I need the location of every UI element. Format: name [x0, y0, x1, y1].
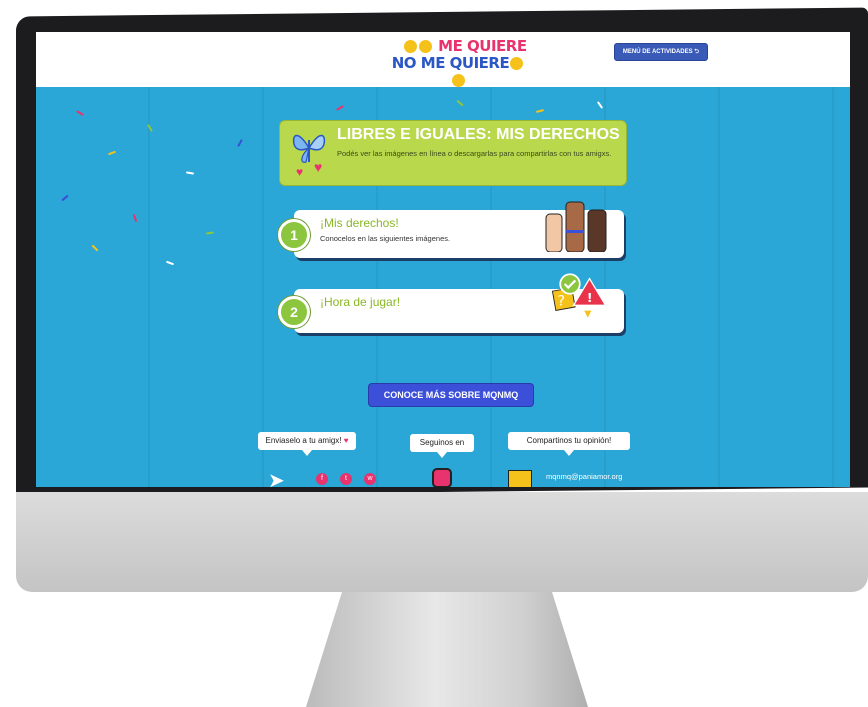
- share-bubble: Enviaselo a tu amigx! ♥: [258, 432, 356, 456]
- whatsapp-icon[interactable]: w: [364, 473, 376, 485]
- game-illustration: ? !: [551, 273, 607, 318]
- site-header: ME QUIERE NO ME QUIERE MENÚ DE ACTIVIDAD…: [36, 32, 850, 87]
- hero-title: LIBRES E IGUALES: MIS DERECHOS: [337, 126, 620, 143]
- step-number: 1: [278, 219, 310, 251]
- activities-menu-button[interactable]: MENÚ DE ACTIVIDADES ⮌: [614, 43, 708, 61]
- instagram-icon[interactable]: [432, 468, 452, 487]
- share-label: Enviaselo a tu amigx!: [265, 436, 342, 445]
- envelope-icon[interactable]: [508, 470, 532, 487]
- opinion-bubble: Compartinos tu opinión!: [508, 432, 630, 456]
- card-description: Conocelos en las siguientes imágenes.: [320, 234, 451, 243]
- logo-line2: NO ME QUIERE: [391, 54, 510, 72]
- logo-line1: ME QUIERE: [438, 37, 527, 55]
- follow-bubble: Seguinos en: [410, 434, 474, 458]
- card-title: ¡Mis derechos!: [320, 216, 399, 230]
- contact-email[interactable]: mqnmq@paniamor.org: [546, 472, 622, 481]
- website-screen: ME QUIERE NO ME QUIERE MENÚ DE ACTIVIDAD…: [36, 32, 850, 487]
- svg-text:!: !: [587, 290, 593, 305]
- card-title: ¡Hora de jugar!: [320, 295, 401, 309]
- card-hora-de-jugar[interactable]: 2 ¡Hora de jugar! ? !: [278, 273, 624, 333]
- smiley-icon: [404, 40, 418, 53]
- smiley-icon: [419, 40, 433, 53]
- heart-icon: ♥: [343, 436, 349, 445]
- hero-banner: ♥ ♥ LIBRES E IGUALES: MIS DERECHOS Podés…: [279, 120, 627, 186]
- twitter-icon[interactable]: t: [340, 473, 352, 485]
- step-number: 2: [278, 296, 310, 328]
- learn-more-button[interactable]: CONOCE MÁS SOBRE MQNMQ: [369, 384, 533, 406]
- monitor-chin: [16, 492, 868, 592]
- hero-description: Podés ver las imágenes en línea o descar…: [337, 149, 612, 158]
- smiley-icon: [451, 74, 465, 87]
- paper-plane-icon: ➤: [268, 470, 285, 487]
- heart-icon: ♥: [296, 165, 304, 179]
- svg-text:?: ?: [558, 293, 566, 309]
- monitor-stand: [306, 592, 588, 707]
- smiley-icon: [510, 57, 524, 70]
- fists-illustration: [545, 201, 607, 252]
- site-logo[interactable]: ME QUIERE NO ME QUIERE: [388, 37, 528, 87]
- heart-icon: ♥: [314, 159, 323, 175]
- card-mis-derechos[interactable]: 1 ¡Mis derechos! Conocelos en las siguie…: [278, 201, 624, 258]
- facebook-icon[interactable]: f: [316, 473, 328, 485]
